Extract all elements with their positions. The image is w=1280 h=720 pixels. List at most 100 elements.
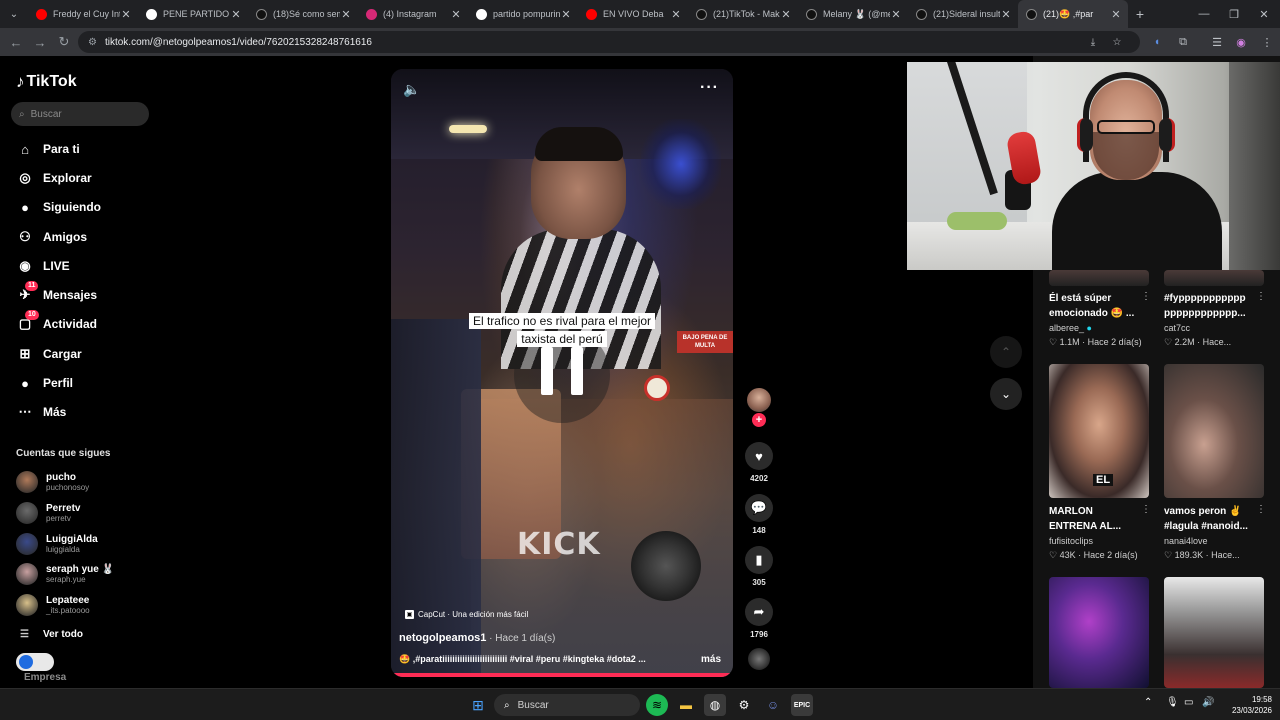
tray-network-icon[interactable]: ▭	[1184, 697, 1193, 708]
tab-close-icon[interactable]: ✕	[780, 8, 792, 21]
recommended-title[interactable]: Él está súper emocionado 🤩 ...	[1049, 291, 1149, 321]
tab-close-icon[interactable]: ✕	[1110, 8, 1122, 21]
discord-icon[interactable]: ☺	[762, 694, 784, 716]
card-menu-icon[interactable]: ⋮	[1141, 504, 1151, 515]
sidebar-item-activity[interactable]: ▢ 10 Actividad	[16, 310, 97, 335]
browser-tab[interactable]: (18)Sé como sem ✕	[248, 0, 358, 28]
volume-icon[interactable]: 🔈	[403, 81, 420, 98]
follow-plus-button[interactable]: +	[752, 413, 766, 427]
recommended-title[interactable]: MARLON ENTRENA AL...	[1049, 504, 1149, 534]
windows-start-icon[interactable]: ⊞	[467, 694, 489, 716]
tab-close-icon[interactable]: ✕	[890, 8, 902, 21]
back-icon[interactable]: ←	[4, 30, 28, 54]
extension-icon[interactable]: ◖	[1146, 31, 1168, 53]
search-box[interactable]: ⌕	[11, 102, 149, 126]
creator-avatar[interactable]	[747, 388, 771, 412]
share-action[interactable]: ➦ 1796	[745, 598, 773, 639]
business-toggle[interactable]	[16, 653, 54, 671]
pause-icon[interactable]	[541, 347, 583, 397]
recommended-title[interactable]: #fyppppppppppp pppppppppppp...	[1164, 291, 1264, 321]
video-author[interactable]: netogolpeamos1 · Hace 1 día(s)	[399, 632, 555, 644]
new-tab-button[interactable]: +	[1128, 6, 1152, 22]
browser-tab[interactable]: (4) Instagram ✕	[358, 0, 468, 28]
tray-volume-icon[interactable]: 🔊	[1202, 697, 1214, 708]
browser-tab[interactable]: (21)TikTok - Make ✕	[688, 0, 798, 28]
sidebar-item-friends[interactable]: ⚇ Amigos	[16, 226, 87, 248]
card-menu-icon[interactable]: ⋮	[1256, 291, 1266, 302]
more-description-button[interactable]: más	[701, 654, 721, 665]
sidebar-item-home[interactable]: ⌂ Para ti	[16, 138, 80, 160]
browser-tab[interactable]: PENE PARTIDO - ✕	[138, 0, 248, 28]
chrome-menu-icon[interactable]: ⋮	[1256, 31, 1278, 53]
browser-tab[interactable]: (21)Sideral insult ✕	[908, 0, 1018, 28]
install-app-icon[interactable]: ⤓	[1084, 31, 1102, 53]
browser-tab[interactable]: partido pompurin ✕	[468, 0, 578, 28]
recommended-user[interactable]: nanai4love	[1164, 536, 1208, 546]
card-menu-icon[interactable]: ⋮	[1256, 504, 1266, 515]
epic-games-icon[interactable]: EPIC	[791, 694, 813, 716]
followed-account[interactable]: LuiggiAlda luiggialda	[16, 530, 98, 558]
previous-video-button[interactable]: ⌃	[990, 336, 1022, 368]
address-bar[interactable]: ⚙ tiktok.com/@netogolpeamos1/video/76202…	[78, 31, 1140, 53]
tray-chevron-icon[interactable]: ⌃	[1144, 697, 1152, 708]
sidebar-item-live[interactable]: ◉ LIVE	[16, 255, 69, 277]
file-explorer-icon[interactable]: ▬	[675, 694, 697, 716]
video-thumbnail[interactable]	[1164, 577, 1264, 688]
sidebar-item-compass[interactable]: ◎ Explorar	[16, 167, 91, 189]
maximize-icon[interactable]: ❐	[1218, 0, 1250, 28]
sidebar-item-more[interactable]: ⋯ Más	[16, 401, 67, 423]
reload-icon[interactable]: ↻	[52, 30, 76, 54]
tiktok-logo[interactable]: ♪ TikTok	[16, 72, 77, 92]
video-thumbnail[interactable]	[1049, 270, 1149, 286]
share-icon[interactable]: ➦	[745, 598, 773, 626]
video-thumbnail[interactable]	[1049, 577, 1149, 688]
taskbar-search[interactable]: ⌕ Buscar	[494, 694, 640, 716]
capcut-link[interactable]: ▣ CapCut · Una edición más fácil	[405, 610, 528, 619]
close-window-icon[interactable]: ✕	[1248, 0, 1280, 28]
card-menu-icon[interactable]: ⋮	[1141, 291, 1151, 302]
sidebar-item-messages[interactable]: ✈ 11 Mensajes	[16, 281, 97, 306]
video-thumbnail[interactable]	[1164, 364, 1264, 498]
sidebar-item-upload[interactable]: ⊞ Cargar	[16, 343, 82, 365]
bookmark-star-icon[interactable]: ☆	[1108, 31, 1126, 53]
bookmark-icon[interactable]: ▮	[745, 546, 773, 574]
spotify-icon[interactable]: ≋	[646, 694, 668, 716]
taskbar-clock[interactable]: 19:58 23/03/2026	[1222, 694, 1272, 716]
browser-tab[interactable]: Melany 🐰 (@me ✕	[798, 0, 908, 28]
browser-tab[interactable]: (21)🤩 ,#par ✕	[1018, 0, 1128, 28]
tab-close-icon[interactable]: ✕	[450, 8, 462, 21]
followed-account[interactable]: Lepateee _its.patoooo	[16, 591, 90, 619]
recommended-user[interactable]: fufisitoclips	[1049, 536, 1093, 546]
next-video-button[interactable]: ⌄	[990, 378, 1022, 410]
tab-close-icon[interactable]: ✕	[560, 8, 572, 21]
tab-close-icon[interactable]: ✕	[340, 8, 352, 21]
like-action[interactable]: ♥ 4202	[745, 442, 773, 483]
sidebar-item-following-avatar[interactable]: ● Siguiendo	[16, 196, 101, 218]
recommended-user[interactable]: cat7cc	[1164, 323, 1190, 333]
steam-icon[interactable]: ⚙	[733, 694, 755, 716]
tab-close-icon[interactable]: ✕	[120, 8, 132, 21]
heart-icon[interactable]: ♥	[745, 442, 773, 470]
tab-close-icon[interactable]: ✕	[230, 8, 242, 21]
tray-mic-icon[interactable]: 🎙	[1166, 697, 1179, 708]
forward-icon[interactable]: →	[28, 30, 52, 54]
browser-tab[interactable]: EN VIVO Deba ✕	[578, 0, 688, 28]
video-thumbnail[interactable]	[1164, 270, 1264, 286]
profile-avatar-icon[interactable]: ◉	[1230, 31, 1252, 53]
author-name[interactable]: netogolpeamos1	[399, 632, 486, 644]
recommended-user[interactable]: alberee_ ●	[1049, 323, 1092, 333]
tab-close-icon[interactable]: ✕	[670, 8, 682, 21]
search-input[interactable]	[30, 108, 131, 120]
tab-close-icon[interactable]: ✕	[1000, 8, 1012, 21]
site-settings-icon[interactable]: ⚙	[88, 37, 97, 48]
minimize-icon[interactable]: —	[1188, 0, 1220, 28]
video-player[interactable]: BAJO PENA DE MULTA 🔈 ··· El trafico no e…	[391, 69, 733, 677]
chrome-taskbar-icon[interactable]: ◍	[704, 694, 726, 716]
followed-account[interactable]: seraph yue 🐰 seraph.yue	[16, 560, 114, 588]
video-thumbnail[interactable]: EL	[1049, 364, 1149, 498]
sidebar-item-profile[interactable]: ● Perfil	[16, 372, 73, 394]
recommended-title[interactable]: vamos peron ✌️ #lagula #nanoid...	[1164, 504, 1264, 534]
comment-action[interactable]: 💬 148	[745, 494, 773, 535]
followed-account[interactable]: Perretv perretv	[16, 499, 80, 527]
extensions-puzzle-icon[interactable]: ⧉	[1172, 31, 1194, 53]
